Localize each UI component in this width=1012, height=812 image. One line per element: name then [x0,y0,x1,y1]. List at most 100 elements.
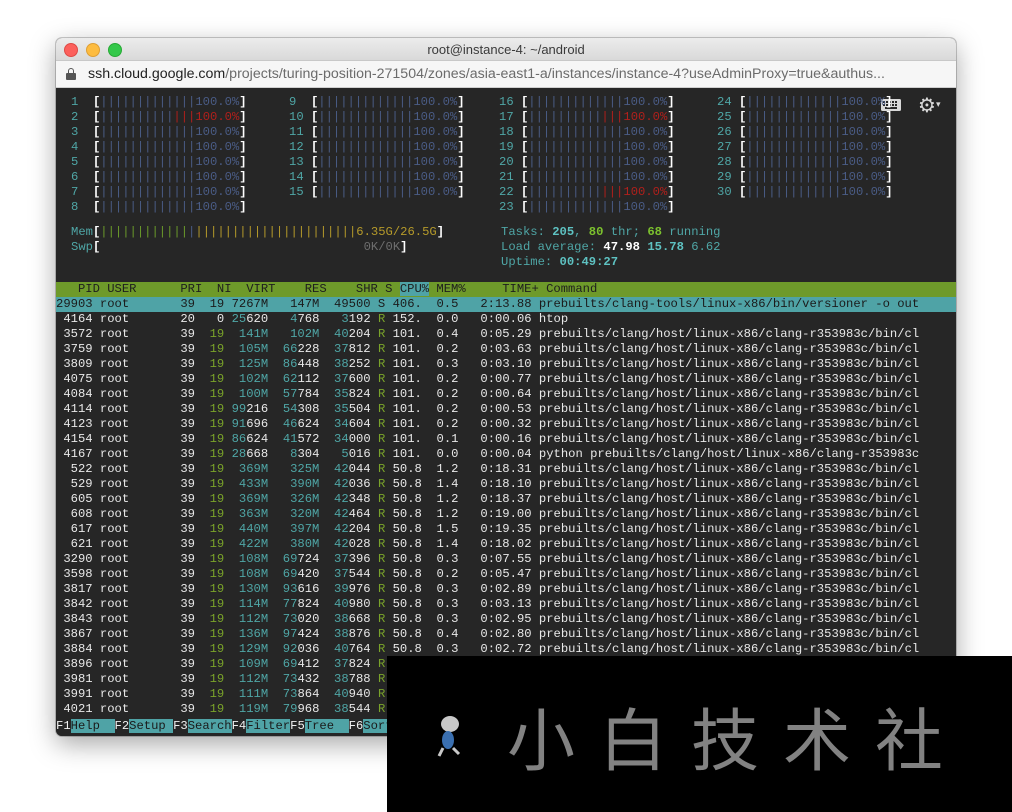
process-row[interactable]: 605 root 39 19 369M 326M 42348 R 50.8 1.… [56,492,956,507]
cpu-percent: 101. [385,357,422,371]
command: prebuilts/clang/host/linux-x86/clang-r35… [538,567,920,581]
command: htop [538,312,569,326]
pid: 4123 [56,417,100,431]
process-row[interactable]: 3290 root 39 19 108M 69724 37396 R 50.8 … [56,552,956,567]
process-row[interactable]: 617 root 39 19 440M 397M 42204 R 50.8 1.… [56,522,956,537]
swap-meter: Swp[ 0K/0K] [71,240,408,254]
cpu-time: 0:05.47 [458,567,539,581]
process-row[interactable]: 4084 root 39 19 100M 57784 35824 R 101. … [56,387,956,402]
column-header-mem[interactable]: MEM% [429,282,465,296]
cpu-percent: 100.0% [623,95,668,109]
cpu-id: 8 [71,200,93,214]
column-header-command[interactable]: Command [546,282,597,296]
command: prebuilts/clang/host/linux-x86/clang-r35… [538,627,920,641]
process-row[interactable]: 3598 root 39 19 108M 69420 37544 R 50.8 … [56,567,956,582]
column-header-pid[interactable]: PID [56,282,107,296]
fkey-label: Filter [246,719,291,733]
command: python prebuilts/clang/host/linux-x86/cl… [538,447,920,461]
process-row[interactable]: 3759 root 39 19 105M 66228 37812 R 101. … [56,342,956,357]
cpu-id: 27 [717,140,739,154]
process-row[interactable]: 29903 root 39 19 7267M 147M 49500 S 406.… [56,297,956,312]
mem-percent: 0.2 [421,417,459,431]
column-header-cpu[interactable]: CPU% [399,282,430,296]
priority: 39 [165,687,195,701]
shr: 38544 [334,702,371,716]
res: 46624 [282,417,320,431]
cpu-percent: 100.0% [413,140,458,154]
user: root [99,372,166,386]
pid: 3991 [56,687,100,701]
res: 8304 [290,447,320,461]
shr: 35504 [334,402,371,416]
terminal[interactable]: ⚙▾ 1 [|||||||||||||100.0%] 2 [|||||||||||… [56,88,956,736]
priority: 39 [165,432,195,446]
process-row[interactable]: 3843 root 39 19 112M 73020 38668 R 50.8 … [56,612,956,627]
command: prebuilts/clang/host/linux-x86/clang-r35… [538,432,920,446]
process-row[interactable]: 3867 root 39 19 136M 97424 38876 R 50.8 … [56,627,956,642]
process-row[interactable]: 4164 root 20 0 25620 4768 3192 R 152. 0.… [56,312,956,327]
cpu-percent: 100.0% [841,140,886,154]
mem-percent: 0.2 [421,387,459,401]
process-table-header: PID USER PRI NI VIRT RES SHR S CPU% MEM%… [56,282,956,297]
process-row[interactable]: 522 root 39 19 369M 325M 42044 R 50.8 1.… [56,462,956,477]
fkey-f5[interactable]: F5Tree [290,719,349,733]
mem-percent: 0.3 [421,642,459,656]
nice: 19 [194,417,225,431]
priority: 39 [165,387,195,401]
cpu-id: 26 [717,125,739,139]
mem-percent: 0.1 [421,432,459,446]
process-row[interactable]: 4075 root 39 19 102M 62112 37600 R 101. … [56,372,956,387]
fkey-f3[interactable]: F3Search [173,719,232,733]
column-header-time[interactable]: TIME+ [466,282,546,296]
column-header-s[interactable]: S [385,282,400,296]
cpu-percent: 101. [385,342,422,356]
process-row[interactable]: 3817 root 39 19 130M 93616 39976 R 50.8 … [56,582,956,597]
process-row[interactable]: 3809 root 39 19 125M 86448 38252 R 101. … [56,357,956,372]
column-header-res[interactable]: RES [275,282,327,296]
virt: 433M [238,477,269,491]
pid: 608 [56,507,100,521]
pid: 3290 [56,552,100,566]
cpu-percent: 50.8 [385,567,422,581]
cpu-meter: 1 [|||||||||||||100.0%] [71,95,247,109]
pid: 605 [56,492,100,506]
process-row[interactable]: 3572 root 39 19 141M 102M 40204 R 101. 0… [56,327,956,342]
user: root [99,627,166,641]
cpu-time: 0:00.32 [458,417,539,431]
user: root [99,492,166,506]
watermark-text: 小白技术社 [507,703,968,782]
user: root [99,477,166,491]
priority: 39 [165,612,195,626]
process-row[interactable]: 3842 root 39 19 114M 77824 40980 R 50.8 … [56,597,956,612]
cpu-time: 0:05.29 [458,327,539,341]
address-bar[interactable]: ssh.cloud.google.com/projects/turing-pos… [56,61,956,88]
process-row[interactable]: 4154 root 39 19 86624 41572 34000 R 101.… [56,432,956,447]
shr: 42028 [334,537,371,551]
fkey-f2[interactable]: F2Setup [115,719,174,733]
shr: 42464 [334,507,371,521]
fkey-f4[interactable]: F4Filter [232,719,291,733]
cpu-meter: 17 [|||||||||||||100.0%] [499,110,675,124]
cpu-time: 0:19.35 [458,522,539,536]
process-row[interactable]: 621 root 39 19 422M 380M 42028 R 50.8 1.… [56,537,956,552]
column-header-user[interactable]: USER [107,282,173,296]
column-header-pri[interactable]: PRI [173,282,202,296]
user: root [99,552,166,566]
process-row[interactable]: 4167 root 39 19 28668 8304 5016 R 101. 0… [56,447,956,462]
cpu-percent: 50.8 [385,537,422,551]
cpu-percent: 100.0% [195,140,240,154]
shr: 34604 [334,417,371,431]
process-row[interactable]: 3884 root 39 19 129M 92036 40764 R 50.8 … [56,642,956,657]
command: prebuilts/clang/host/linux-x86/clang-r35… [538,462,920,476]
virt: 25620 [231,312,269,326]
fkey-f1[interactable]: F1Help [56,719,115,733]
process-row[interactable]: 4114 root 39 19 99216 54308 35504 R 101.… [56,402,956,417]
column-header-shr[interactable]: SHR [327,282,386,296]
process-row[interactable]: 529 root 39 19 433M 390M 42036 R 50.8 1.… [56,477,956,492]
column-header-ni[interactable]: NI [202,282,232,296]
process-row[interactable]: 608 root 39 19 363M 320M 42464 R 50.8 1.… [56,507,956,522]
process-row[interactable]: 4123 root 39 19 91696 46624 34604 R 101.… [56,417,956,432]
cpu-meter: 16 [|||||||||||||100.0%] [499,95,675,109]
column-header-virt[interactable]: VIRT [232,282,275,296]
gear-icon[interactable]: ⚙▾ [918,95,944,115]
